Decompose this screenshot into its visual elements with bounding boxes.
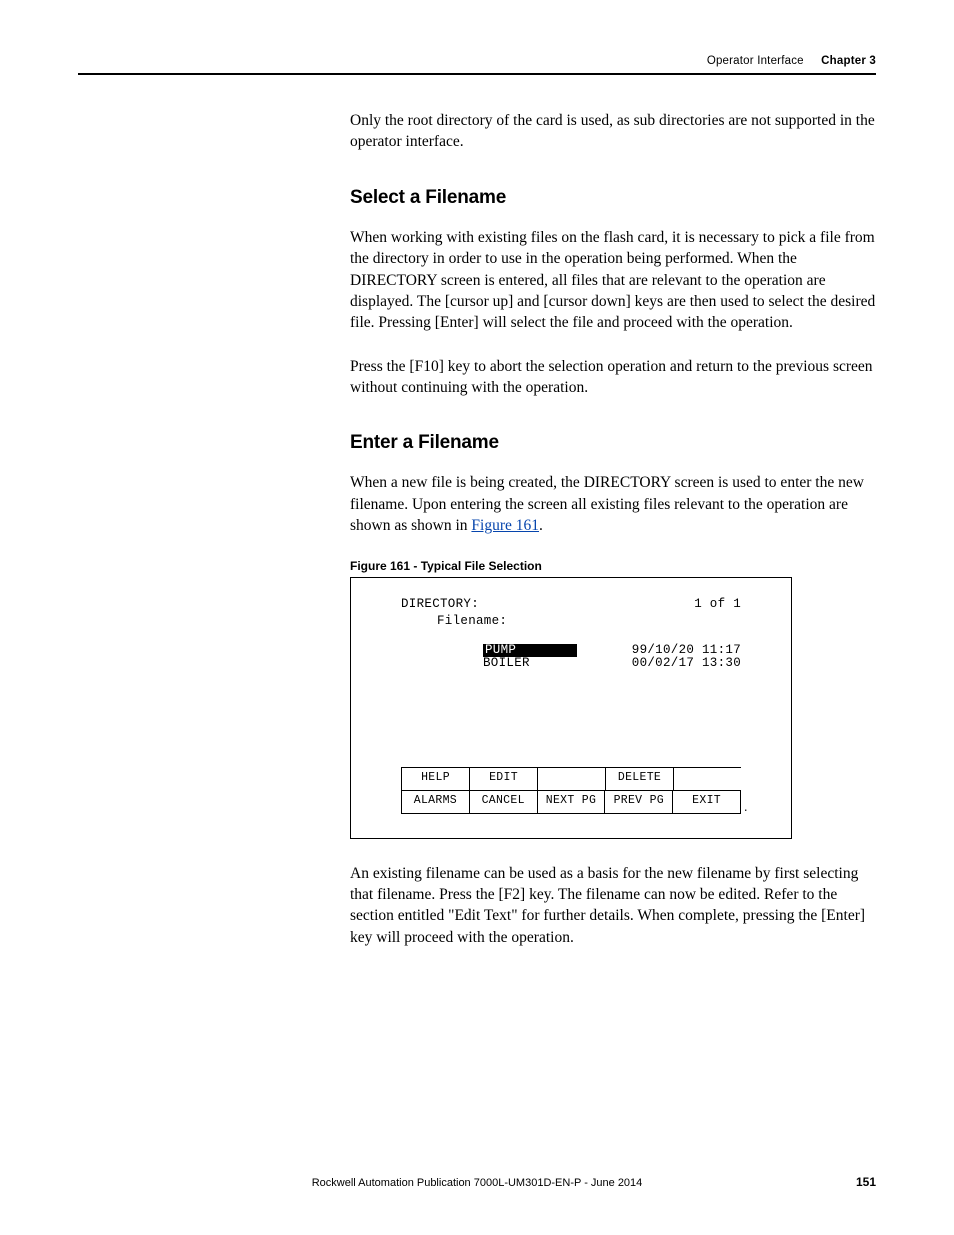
softkey-next-pg: NEXT PG (538, 791, 606, 813)
page-number: 151 (856, 1175, 876, 1189)
figure-link[interactable]: Figure 161 (471, 517, 539, 534)
content-area: Only the root directory of the card is u… (350, 110, 876, 970)
softkey-exit: EXIT (673, 791, 741, 813)
footer-publication: Rockwell Automation Publication 7000L-UM… (78, 1177, 876, 1189)
file-row: PUMP 99/10/20 11:17 (401, 644, 741, 657)
softkey-row-bottom: ALARMS CANCEL NEXT PG PREV PG EXIT (401, 790, 741, 814)
page-indicator: 1 of 1 (694, 598, 741, 611)
corner-dot: . (743, 805, 749, 816)
softkey-row-top: HELP EDIT DELETE (401, 767, 741, 790)
figure-161: DIRECTORY: 1 of 1 Filename: PUMP 99/10/2… (350, 577, 792, 839)
file-date: 99/10/20 11:17 (632, 644, 741, 657)
filename-row: Filename: (437, 615, 741, 628)
file-list: PUMP 99/10/20 11:17 BOILER 00/02/17 13:3… (401, 644, 741, 670)
softkey-help: HELP (402, 768, 470, 790)
select-paragraph-2: Press the [F10] key to abort the selecti… (350, 356, 876, 399)
softkey-blank (538, 768, 606, 790)
softkey-grid: HELP EDIT DELETE ALARMS CANCEL NEXT PG P… (401, 767, 741, 814)
enter-paragraph-text-a: When a new file is being created, the DI… (350, 474, 864, 534)
enter-paragraph: When a new file is being created, the DI… (350, 472, 876, 536)
file-row: BOILER 00/02/17 13:30 (401, 657, 741, 670)
page-header: Operator Interface Chapter 3 (78, 55, 876, 75)
file-name: BOILER (483, 657, 573, 670)
filename-label: Filename: (437, 614, 507, 628)
screen-header-row: DIRECTORY: 1 of 1 (401, 598, 741, 611)
file-date: 00/02/17 13:30 (632, 657, 741, 670)
directory-label: DIRECTORY: (401, 598, 479, 611)
softkey-delete: DELETE (606, 768, 674, 790)
terminal-screen: DIRECTORY: 1 of 1 Filename: PUMP 99/10/2… (401, 598, 741, 814)
post-figure-paragraph: An existing filename can be used as a ba… (350, 863, 876, 949)
header-section: Operator Interface (707, 55, 804, 67)
heading-enter-filename: Enter a Filename (350, 432, 876, 454)
select-paragraph-1: When working with existing files on the … (350, 227, 876, 334)
softkey-prev-pg: PREV PG (605, 791, 673, 813)
intro-paragraph: Only the root directory of the card is u… (350, 110, 876, 153)
softkey-cancel: CANCEL (470, 791, 538, 813)
softkey-alarms: ALARMS (402, 791, 470, 813)
enter-paragraph-text-b: . (539, 517, 543, 534)
softkey-edit: EDIT (470, 768, 538, 790)
figure-caption: Figure 161 - Typical File Selection (350, 559, 876, 573)
heading-select-filename: Select a Filename (350, 187, 876, 209)
file-name-selected: PUMP (483, 644, 577, 657)
softkey-blank (674, 768, 741, 790)
header-chapter: Chapter 3 (821, 55, 876, 67)
